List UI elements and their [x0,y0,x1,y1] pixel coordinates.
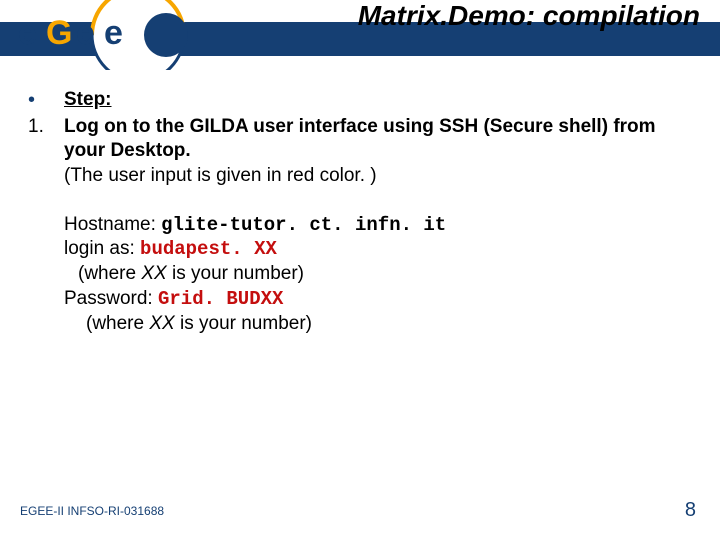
svg-text:e: e [104,14,123,52]
hostname-value: glite-tutor. ct. infn. it [161,214,446,236]
where-suffix-2: is your number) [175,313,312,334]
item1-bold: Log on to the GILDA user interface using… [64,116,656,162]
numbered-item-1: 1. Log on to the GILDA user interface us… [28,115,692,337]
where-line-1: (where XX is your number) [64,262,692,287]
login-label: login as: [64,238,140,259]
where-xx-1: XX [141,263,166,284]
footer-left: EGEE-II INFSO-RI-031688 [20,504,164,518]
password-label: Password: [64,288,158,309]
hostname-line: Hostname: glite-tutor. ct. infn. it [64,213,692,238]
where-prefix-2: (where [86,313,149,334]
slide-content: • Step: 1. Log on to the GILDA user inte… [0,70,720,336]
password-line: Password: Grid. BUDXX [64,287,692,312]
bullet-step: • Step: [28,88,692,113]
slide-title: Matrix.Demo: compilation [358,0,700,32]
hostname-label: Hostname: [64,214,161,235]
password-value: Grid. BUDXX [158,288,283,310]
page-number: 8 [685,499,696,522]
svg-text:e: e [76,14,95,52]
login-line: login as: budapest. XX [64,237,692,262]
number-marker: 1. [28,115,64,337]
login-value: budapest. XX [140,238,277,260]
item1-note: (The user input is given in red color. ) [64,164,692,189]
bullet-marker: • [28,88,64,113]
svg-text:G: G [46,14,72,52]
where-line-2: (where XX is your number) [64,312,692,337]
step-label: Step: [64,88,692,113]
where-suffix-1: is your number) [167,263,304,284]
slide-tagline: Enabling Grids for E-sciencE [200,57,321,67]
slide-header: e G e e Matrix.Demo: compilation Enablin… [0,0,720,70]
svg-text:e: e [18,14,37,52]
where-prefix-1: (where [78,263,141,284]
egee-logo: e G e e [8,0,188,75]
where-xx-2: XX [149,313,174,334]
item1-line: Log on to the GILDA user interface using… [64,115,692,164]
